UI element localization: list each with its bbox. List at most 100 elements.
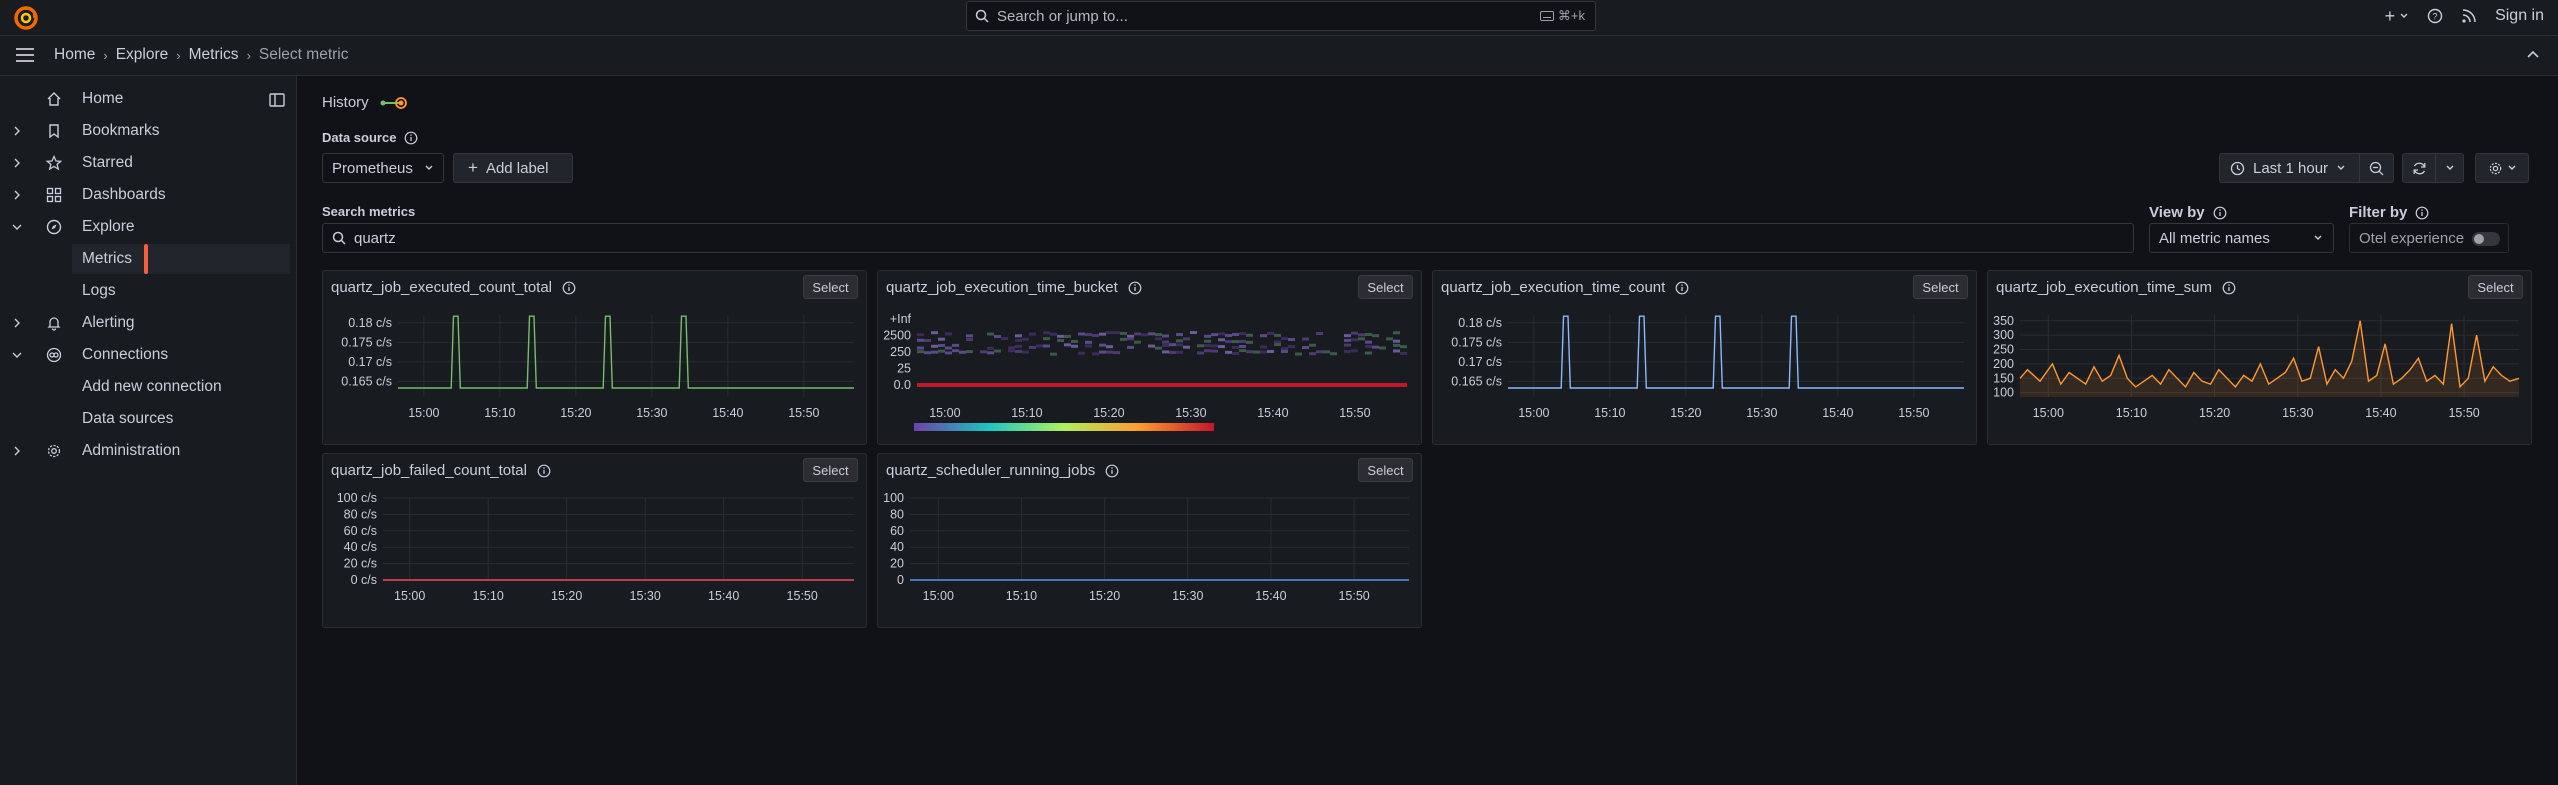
sidebar-item-logs[interactable]: Logs — [0, 276, 296, 306]
sidebar-item-connections[interactable]: Connections — [0, 340, 296, 370]
breadcrumb-home[interactable]: Home — [54, 46, 95, 64]
chevron-right-icon[interactable] — [12, 318, 22, 328]
info-icon[interactable] — [2222, 281, 2236, 295]
search-icon — [975, 9, 989, 23]
y-tick-label: 60 c/s — [344, 524, 377, 538]
data-source-select[interactable]: Prometheus — [322, 153, 444, 183]
star-icon — [46, 155, 62, 171]
shortcut-text: ⌘+k — [1557, 8, 1585, 23]
info-icon[interactable] — [1128, 281, 1142, 295]
heatmap-cell — [1162, 343, 1169, 347]
y-tick-label: 20 — [890, 557, 904, 571]
global-search[interactable]: Search or jump to... ⌘+k — [966, 1, 1596, 31]
chevron-right-icon[interactable] — [12, 158, 22, 168]
search-metrics-input[interactable]: quartz — [322, 223, 2134, 253]
heatmap-cell — [1057, 338, 1064, 342]
chevron-right-icon[interactable] — [12, 190, 22, 200]
series-line — [1508, 315, 1964, 389]
y-tick-label: 25 — [897, 362, 911, 376]
select-button[interactable]: Select — [1913, 275, 1968, 299]
help-icon[interactable]: ? — [2427, 8, 2443, 24]
grafana-logo-icon[interactable] — [13, 5, 39, 31]
info-icon[interactable] — [537, 464, 551, 478]
heatmap-cell — [966, 338, 973, 342]
heatmap-cell — [1001, 337, 1008, 341]
sidebar-item-data-sources[interactable]: Data sources — [0, 404, 296, 434]
sidebar-item-explore[interactable]: Explore — [0, 212, 296, 242]
history-steps-icon[interactable] — [379, 95, 411, 111]
x-tick-label: 15:40 — [708, 589, 739, 603]
heatmap-cell — [1393, 383, 1400, 387]
sidebar-item-starred[interactable]: Starred — [0, 148, 296, 178]
heatmap-cell — [1099, 343, 1106, 347]
heatmap-cell — [1232, 345, 1239, 349]
x-tick-label: 15:10 — [1006, 589, 1037, 603]
new-button[interactable]: + — [2385, 6, 2410, 27]
select-button[interactable]: Select — [803, 458, 858, 482]
chevron-up-icon[interactable] — [2526, 48, 2540, 62]
sidebar-item-add-new-connection[interactable]: Add new connection — [0, 372, 296, 402]
breadcrumb-metrics[interactable]: Metrics — [189, 46, 239, 64]
heatmap-cell — [1071, 344, 1078, 348]
toggle-switch[interactable] — [2472, 232, 2500, 246]
view-by-select[interactable]: All metric names — [2149, 223, 2334, 253]
sidebar-item-metrics[interactable]: Metrics — [72, 244, 290, 274]
sidebar-item-alerting[interactable]: Alerting — [0, 308, 296, 338]
refresh-button[interactable] — [2402, 153, 2436, 183]
time-range-picker[interactable]: Last 1 hour — [2219, 153, 2360, 183]
heatmap-cell — [1043, 331, 1050, 335]
heatmap-cell — [1344, 338, 1351, 342]
heatmap-cell — [1309, 383, 1316, 387]
heatmap-cell — [924, 351, 931, 355]
info-icon[interactable] — [1675, 281, 1689, 295]
settings-button[interactable] — [2475, 153, 2529, 183]
info-icon[interactable] — [2415, 206, 2429, 220]
menu-icon[interactable] — [15, 47, 35, 63]
select-button[interactable]: Select — [1358, 458, 1413, 482]
select-button[interactable]: Select — [1358, 275, 1413, 299]
heatmap-cell — [1239, 339, 1246, 343]
zoom-out-button[interactable] — [2360, 153, 2394, 183]
heatmap-cell — [917, 383, 924, 387]
sidebar-item-bookmarks[interactable]: Bookmarks — [0, 116, 296, 146]
sign-in-link[interactable]: Sign in — [2495, 7, 2544, 25]
refresh-interval-dropdown[interactable] — [2436, 153, 2464, 183]
rss-icon[interactable] — [2461, 8, 2477, 24]
sidebar-item-dashboards[interactable]: Dashboards — [0, 180, 296, 210]
chevron-right-icon[interactable] — [12, 126, 22, 136]
heatmap-cell — [1176, 333, 1183, 337]
breadcrumb-explore[interactable]: Explore — [116, 46, 169, 64]
chevron-right-icon[interactable] — [12, 446, 22, 456]
time-range-value: Last 1 hour — [2253, 159, 2329, 177]
select-button[interactable]: Select — [803, 275, 858, 299]
clock-icon — [2230, 161, 2245, 175]
y-tick-label: 100 — [1993, 386, 2014, 400]
breadcrumb: Home › Explore › Metrics › Select metric — [54, 46, 349, 64]
heatmap-cell — [980, 350, 987, 354]
select-button[interactable]: Select — [2468, 275, 2523, 299]
heatmap-cell — [1225, 340, 1232, 344]
x-tick-label: 15:10 — [2116, 406, 2147, 420]
chevron-down-icon[interactable] — [12, 350, 22, 360]
heatmap-cell — [1351, 338, 1358, 342]
heatmap-cell — [1141, 333, 1148, 337]
info-icon[interactable] — [1105, 464, 1119, 478]
data-source-label-text: Data source — [322, 130, 397, 145]
add-label-button[interactable]: + Add label — [453, 153, 573, 183]
chevron-down-icon[interactable] — [12, 222, 22, 232]
history-control[interactable]: History — [322, 94, 411, 111]
otel-experience-toggle[interactable]: Otel experience — [2349, 223, 2509, 253]
info-icon[interactable] — [2213, 206, 2227, 220]
info-icon[interactable] — [404, 131, 418, 145]
heatmap-cell — [1015, 334, 1022, 338]
heatmap-cell — [1393, 349, 1400, 353]
keyboard-icon — [1539, 11, 1554, 21]
metric-chart: 15:00 15:10 15:20 15:30 15:40 15:50 1001502002… — [1993, 314, 2520, 420]
sidebar-item-administration[interactable]: Administration — [0, 436, 296, 466]
heatmap-cell — [1071, 340, 1078, 344]
sidebar-item-home[interactable]: Home — [0, 84, 296, 114]
heatmap-cell — [1176, 343, 1183, 347]
info-icon[interactable] — [562, 281, 576, 295]
heatmap-cell — [1358, 337, 1365, 341]
heatmap-cell — [1127, 337, 1134, 341]
